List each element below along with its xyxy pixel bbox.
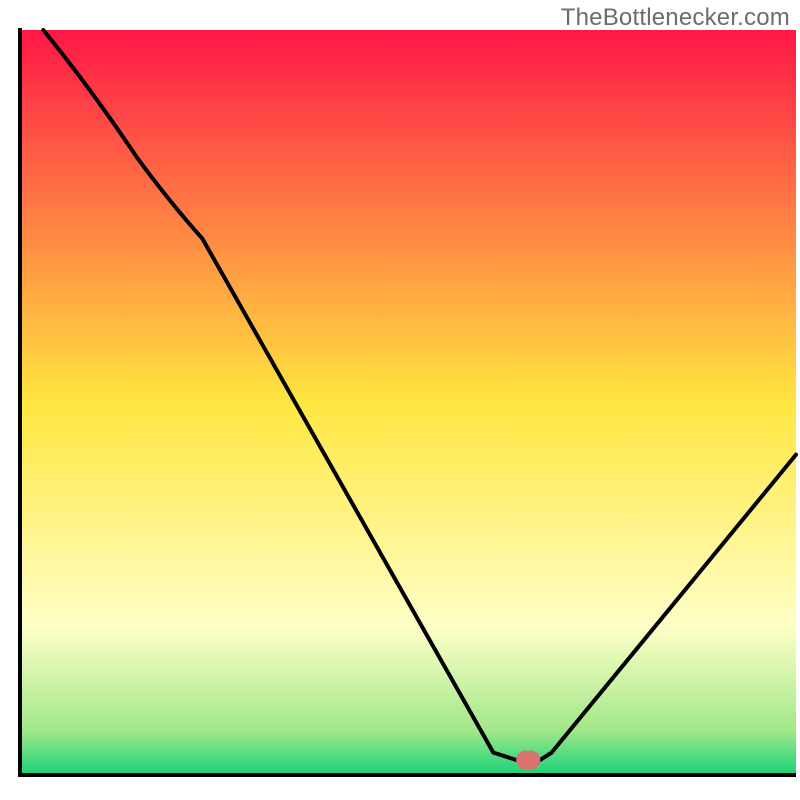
chart-container: TheBottlenecker.com [0,0,800,800]
optimal-marker [517,751,540,769]
bottleneck-chart [0,0,800,800]
plot-background [22,30,796,775]
